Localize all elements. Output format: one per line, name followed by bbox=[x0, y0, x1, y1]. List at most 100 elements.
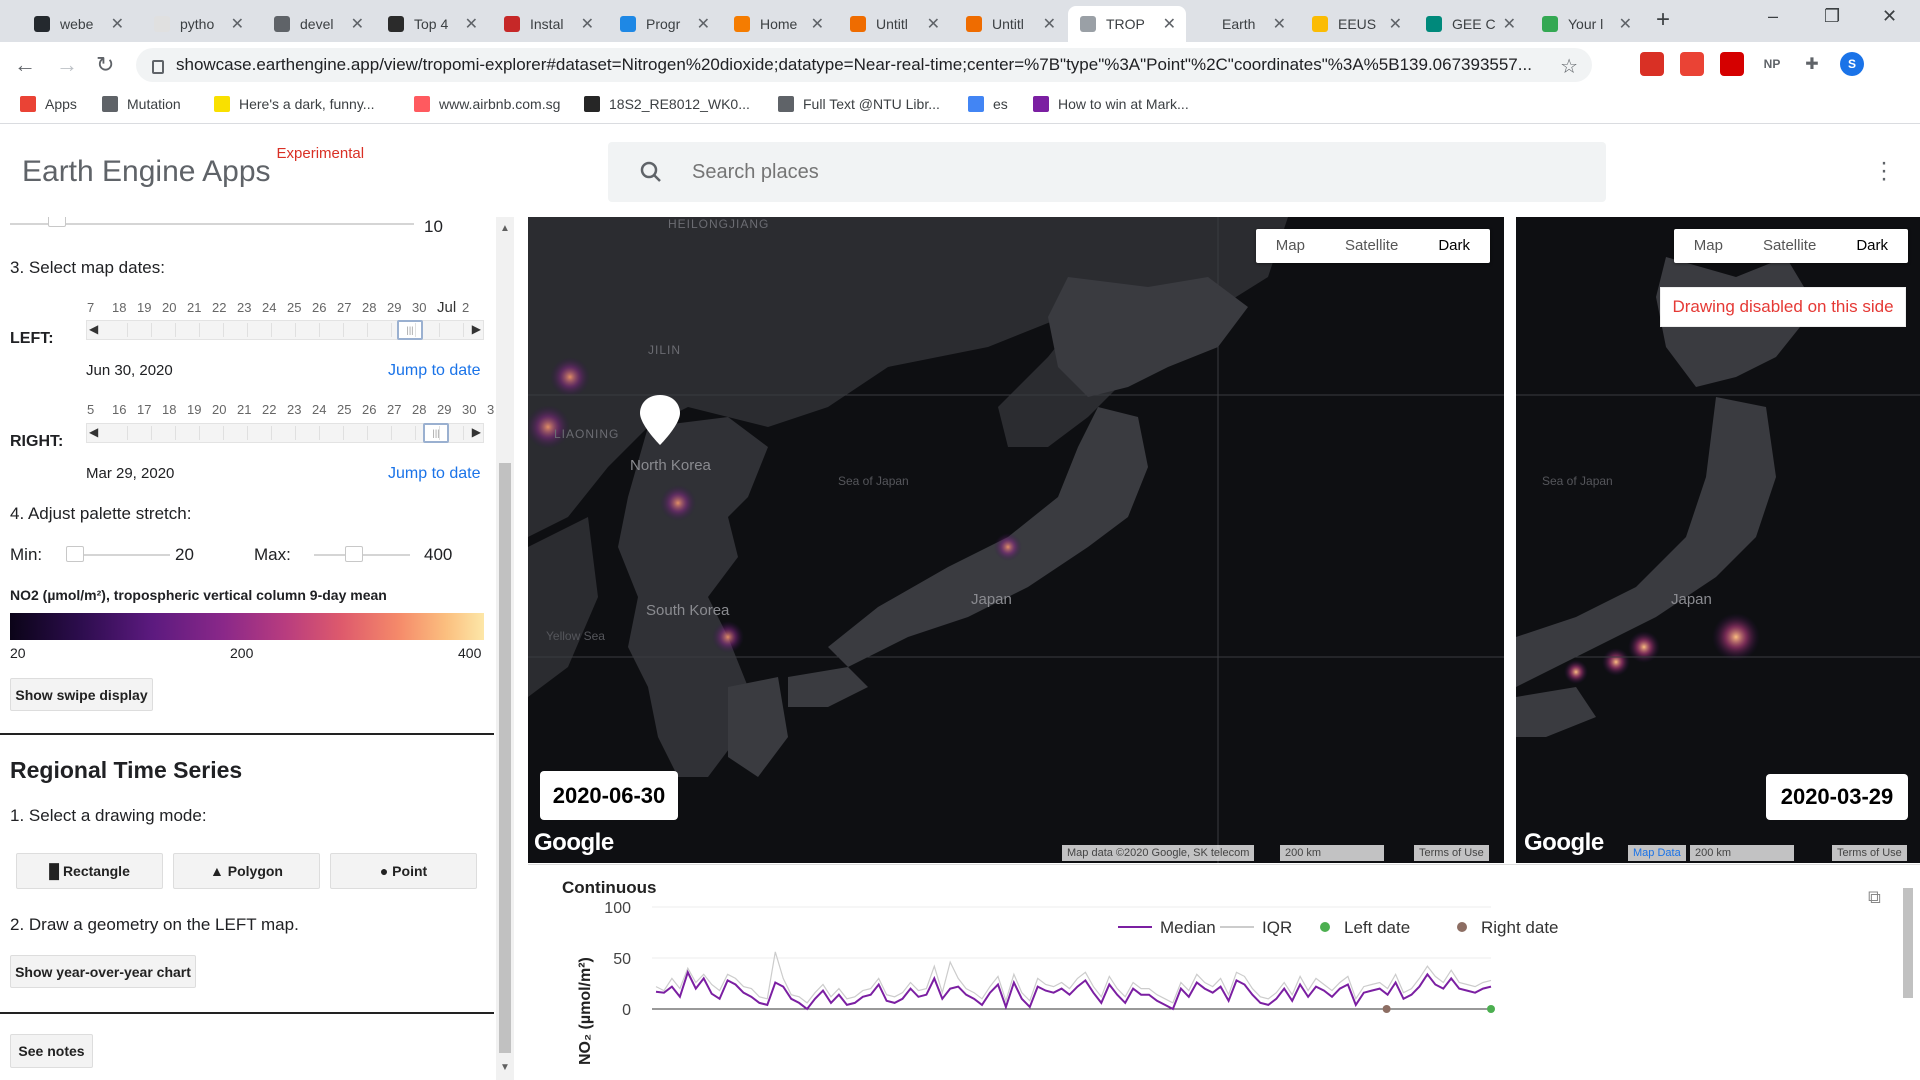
app-title[interactable]: Earth Engine AppsExperimental bbox=[22, 145, 364, 189]
tab-close-icon[interactable]: ✕ bbox=[231, 14, 244, 34]
extensions-puzzle-icon[interactable]: ✚ bbox=[1800, 52, 1824, 76]
right-date-next-icon[interactable]: ▶ bbox=[472, 425, 481, 439]
min-value: 20 bbox=[175, 545, 194, 564]
bookmark-item[interactable]: Mutation bbox=[102, 96, 181, 112]
right-date-slider[interactable]: ◀ ||| ▶ bbox=[86, 423, 484, 443]
reload-icon[interactable]: ↻ bbox=[96, 52, 114, 78]
panel-scrollbar[interactable]: ▲ ▼ bbox=[496, 217, 514, 1080]
open-in-new-icon[interactable]: ⧉ bbox=[1868, 887, 1881, 908]
map-split-divider[interactable] bbox=[1507, 217, 1516, 863]
more-options-icon[interactable]: · · · bbox=[1880, 151, 1888, 191]
chart-scrollbar[interactable] bbox=[1900, 882, 1916, 1080]
map-type-dark[interactable]: Dark bbox=[1836, 229, 1908, 263]
right-map-type-toggle[interactable]: Map Satellite Dark bbox=[1673, 229, 1908, 263]
browser-tab[interactable]: webe ✕ bbox=[22, 6, 134, 42]
profile-avatar[interactable]: S bbox=[1840, 52, 1864, 76]
show-year-over-year-button[interactable]: Show year-over-year chart bbox=[10, 955, 196, 988]
polygon-mode-button[interactable]: ▲ Polygon bbox=[173, 853, 320, 889]
max-slider-handle[interactable] bbox=[345, 546, 363, 562]
tab-close-icon[interactable]: ✕ bbox=[1273, 14, 1286, 34]
tab-close-icon[interactable]: ✕ bbox=[111, 14, 124, 34]
right-map[interactable]: Sea of Japan Japan Map Satellite Dark Dr… bbox=[1516, 217, 1920, 863]
show-swipe-display-button[interactable]: Show swipe display bbox=[10, 678, 153, 711]
browser-tab[interactable]: Home ✕ bbox=[722, 6, 834, 42]
tab-close-icon[interactable]: ✕ bbox=[465, 14, 478, 34]
extension-adblock-icon[interactable] bbox=[1680, 52, 1704, 76]
new-tab-icon[interactable]: + bbox=[1656, 6, 1670, 34]
right-date-prev-icon[interactable]: ◀ bbox=[89, 425, 98, 439]
extension-np-icon[interactable]: NP bbox=[1760, 52, 1784, 76]
tab-close-icon[interactable]: ✕ bbox=[581, 14, 594, 34]
tab-close-icon[interactable]: ✕ bbox=[1619, 14, 1632, 34]
tab-close-icon[interactable]: ✕ bbox=[1043, 14, 1056, 34]
map-type-map[interactable]: Map bbox=[1256, 229, 1325, 263]
legend-label: IQR bbox=[1262, 918, 1292, 937]
browser-tab[interactable]: pytho ✕ bbox=[142, 6, 254, 42]
map-type-map[interactable]: Map bbox=[1674, 229, 1743, 263]
bookmark-item[interactable]: es bbox=[968, 96, 1008, 112]
browser-tab[interactable]: EEUS ✕ bbox=[1300, 6, 1412, 42]
terms-of-use-link[interactable]: Terms of Use bbox=[1414, 845, 1489, 861]
terms-of-use-link[interactable]: Terms of Use bbox=[1832, 845, 1907, 861]
right-date-handle[interactable]: ||| bbox=[423, 423, 449, 443]
browser-tab[interactable]: Untitl ✕ bbox=[838, 6, 950, 42]
forward-icon[interactable]: → bbox=[56, 52, 78, 78]
browser-tab[interactable]: Untitl ✕ bbox=[954, 6, 1066, 42]
min-slider-handle[interactable] bbox=[66, 546, 84, 562]
browser-tab[interactable]: Top 4 ✕ bbox=[376, 6, 488, 42]
bookmark-item[interactable]: 18S2_RE8012_WK0... bbox=[584, 96, 750, 112]
address-bar[interactable]: showcase.earthengine.app/view/tropomi-ex… bbox=[136, 48, 1592, 82]
panel-scroll-thumb[interactable] bbox=[499, 463, 511, 1053]
left-date-prev-icon[interactable]: ◀ bbox=[89, 322, 98, 336]
left-map-type-toggle[interactable]: Map Satellite Dark bbox=[1255, 229, 1490, 263]
map-type-satellite[interactable]: Satellite bbox=[1743, 229, 1836, 263]
map-type-dark[interactable]: Dark bbox=[1418, 229, 1490, 263]
browser-tab[interactable]: Earth ✕ bbox=[1184, 6, 1296, 42]
chart-scroll-thumb[interactable] bbox=[1903, 888, 1913, 998]
legend-swatch bbox=[1320, 922, 1330, 932]
see-notes-button[interactable]: See notes bbox=[10, 1034, 93, 1068]
maximize-icon[interactable]: ❐ bbox=[1824, 6, 1840, 27]
back-icon[interactable]: ← bbox=[14, 52, 36, 78]
minimize-icon[interactable]: – bbox=[1768, 6, 1778, 27]
extension-youtube-icon[interactable] bbox=[1720, 52, 1744, 76]
map-data-link[interactable]: Map Data bbox=[1628, 845, 1686, 861]
point-mode-button[interactable]: ● Point bbox=[330, 853, 477, 889]
google-logo: Google bbox=[534, 829, 614, 856]
left-date-value: Jun 30, 2020 bbox=[86, 362, 173, 379]
browser-tab[interactable]: TROP ✕ bbox=[1068, 6, 1186, 42]
left-jump-to-date-link[interactable]: Jump to date bbox=[388, 362, 481, 380]
tab-close-icon[interactable]: ✕ bbox=[351, 14, 364, 34]
bookmark-item[interactable]: Here's a dark, funny... bbox=[214, 96, 374, 112]
bookmark-item[interactable]: Apps bbox=[20, 96, 77, 112]
browser-tab[interactable]: Your l ✕ bbox=[1530, 6, 1642, 42]
bookmark-item[interactable]: Full Text @NTU Libr... bbox=[778, 96, 940, 112]
bookmark-item[interactable]: How to win at Mark... bbox=[1033, 96, 1189, 112]
search-places-box[interactable] bbox=[608, 142, 1606, 202]
bookmark-item[interactable]: www.airbnb.com.sg bbox=[414, 96, 560, 112]
slider-handle[interactable] bbox=[48, 217, 66, 227]
bookmark-star-icon[interactable]: ☆ bbox=[1560, 54, 1578, 79]
day-number: 19 bbox=[187, 402, 202, 417]
tab-close-icon[interactable]: ✕ bbox=[1503, 14, 1516, 34]
left-map[interactable]: HEILONGJIANG JILIN LIAONING North Korea … bbox=[528, 217, 1504, 863]
browser-tab[interactable]: GEE C ✕ bbox=[1414, 6, 1526, 42]
tab-close-icon[interactable]: ✕ bbox=[811, 14, 824, 34]
rectangle-mode-button[interactable]: █ Rectangle bbox=[16, 853, 163, 889]
extension-pocket-icon[interactable] bbox=[1640, 52, 1664, 76]
left-date-handle[interactable]: ||| bbox=[397, 320, 423, 340]
tab-close-icon[interactable]: ✕ bbox=[1163, 14, 1176, 34]
search-input[interactable] bbox=[692, 160, 1492, 184]
tab-close-icon[interactable]: ✕ bbox=[1389, 14, 1402, 34]
left-date-slider[interactable]: ◀ ||| ▶ bbox=[86, 320, 484, 340]
close-window-icon[interactable]: ✕ bbox=[1882, 6, 1897, 27]
browser-tab[interactable]: devel ✕ bbox=[262, 6, 374, 42]
tab-close-icon[interactable]: ✕ bbox=[697, 14, 710, 34]
bookmark-label: www.airbnb.com.sg bbox=[439, 96, 561, 112]
right-jump-to-date-link[interactable]: Jump to date bbox=[388, 465, 481, 483]
tab-close-icon[interactable]: ✕ bbox=[927, 14, 940, 34]
browser-tab[interactable]: Instal ✕ bbox=[492, 6, 604, 42]
browser-tab[interactable]: Progr ✕ bbox=[608, 6, 720, 42]
left-date-next-icon[interactable]: ▶ bbox=[472, 322, 481, 336]
map-type-satellite[interactable]: Satellite bbox=[1325, 229, 1418, 263]
